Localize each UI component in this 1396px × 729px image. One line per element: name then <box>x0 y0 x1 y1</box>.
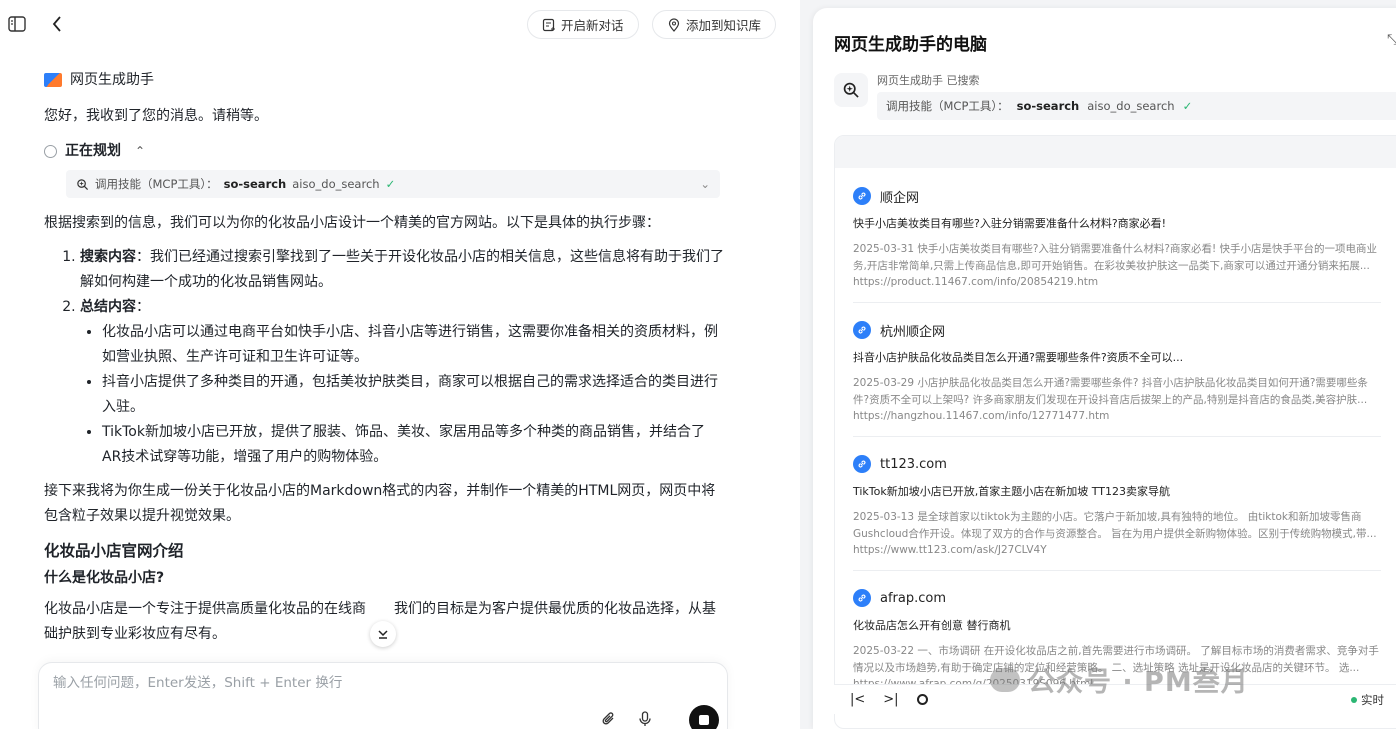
message-input[interactable] <box>53 671 613 695</box>
result-site: afrap.com <box>853 588 1381 608</box>
assistant-header: 网页生成助手 <box>44 66 724 94</box>
panel-skill-bar: 调用技能（MCP工具）： so-search aiso_do_search ✓ <box>877 92 1396 120</box>
link-icon <box>853 321 871 339</box>
result-site: 顺企网 <box>853 186 1381 206</box>
skip-forward-icon[interactable]: >| <box>883 692 898 707</box>
result-snippet: 2025-03-31 快手小店美妆类目有哪些?入驻分销需要准备什么材料?商家必看… <box>853 243 1378 272</box>
skill-function: aiso_do_search <box>292 176 380 191</box>
section-heading: 化妆品小店官网介绍 <box>44 542 184 560</box>
skill-name: so-search <box>223 176 287 191</box>
result-title: 抖音小店护肤品化妆品类目怎么开通?需要哪些条件?资质不全可以... <box>853 351 1184 364</box>
stop-icon <box>699 715 709 725</box>
message-composer <box>38 662 728 729</box>
list-item: TikTok新加坡小店已开放，提供了服装、饰品、美妆、家居用品等多个种类的商品销… <box>102 420 724 470</box>
result-title: 快手小店美妆类目有哪些?入驻分销需要准备什么材料?商家必看! <box>853 217 1167 230</box>
scroll-to-bottom-button[interactable] <box>370 621 396 647</box>
live-indicator: 实时 <box>1351 692 1384 708</box>
result-url: https://product.11467.com/info/20854219.… <box>853 276 1099 288</box>
greeting-text: 您好，我收到了您的消息。请稍等。 <box>44 108 268 124</box>
location-pin-icon <box>668 17 680 32</box>
result-site-name: 杭州顺企网 <box>880 324 946 340</box>
result-site-name: afrap.com <box>880 590 947 606</box>
assistant-name: 网页生成助手 <box>70 71 154 88</box>
step-text: ： <box>136 299 150 315</box>
live-label: 实时 <box>1361 693 1384 707</box>
add-kb-label: 添加到知识库 <box>686 18 762 33</box>
next-step-text: 接下来我将为你生成一份关于化妆品小店的Markdown格式的内容，并制作一个精美… <box>44 483 716 524</box>
link-icon <box>853 187 871 205</box>
live-dot-icon <box>1351 697 1357 703</box>
result-site-name: 顺企网 <box>880 190 920 206</box>
chevron-down-icon[interactable]: ⌄ <box>700 172 710 197</box>
step-title: 总结内容 <box>80 299 136 315</box>
link-icon <box>853 455 871 473</box>
watermark-text: 公众号 · PM叁月 <box>1028 667 1249 698</box>
skill-name: so-search <box>1016 99 1080 113</box>
subsection-heading: 什么是化妆品小店? <box>44 570 165 586</box>
browser-toolbar <box>835 136 1396 168</box>
search-results-view: 顺企网 快手小店美妆类目有哪些?入驻分销需要准备什么材料?商家必看! 2025-… <box>834 135 1396 729</box>
step-title: 搜索内容 <box>80 249 136 265</box>
status-circle-icon <box>44 145 57 158</box>
result-url: https://www.tt123.com/ask/J27CLV4Y <box>853 544 1047 556</box>
panel-title: 网页生成助手的电脑 <box>834 35 987 55</box>
sidebar-toggle-icon[interactable] <box>6 13 28 35</box>
planning-label: 正在规划 <box>65 143 121 159</box>
search-sparkle-icon <box>77 178 89 190</box>
skill-prefix: 调用技能（MCP工具）： <box>886 99 1009 113</box>
search-result[interactable]: 杭州顺企网 抖音小店护肤品化妆品类目怎么开通?需要哪些条件?资质不全可以... … <box>853 320 1381 437</box>
list-item: 抖音小店提供了多种类目的开通，包括美妆护肤类目，商家可以根据自己的需求选择适合的… <box>102 370 724 420</box>
search-tool-icon <box>834 73 868 107</box>
timeline-handle-icon[interactable] <box>916 694 928 705</box>
check-icon: ✓ <box>1182 99 1193 113</box>
skip-back-icon[interactable]: |< <box>850 692 865 707</box>
wechat-logo-icon <box>990 667 1020 692</box>
add-to-knowledge-base-button[interactable]: 添加到知识库 <box>652 10 777 39</box>
result-site: tt123.com <box>853 454 1381 474</box>
new-chat-label: 开启新对话 <box>561 18 624 33</box>
result-site: 杭州顺企网 <box>853 320 1381 340</box>
new-chat-button[interactable]: 开启新对话 <box>527 10 639 39</box>
result-snippet: 2025-03-29 小店护肤品化妆品类目怎么开通?需要哪些条件? 抖音小店护肤… <box>853 377 1368 406</box>
assistant-logo-icon <box>44 73 62 87</box>
results-list: 顺企网 快手小店美妆类目有哪些?入驻分销需要准备什么材料?商家必看! 2025-… <box>835 168 1396 704</box>
computer-panel: 网页生成助手的电脑 ⤡ 网页生成助手 已搜索 调用技能（MCP工具）： so-s… <box>813 8 1396 729</box>
chat-pane: 开启新对话 添加到知识库 网页生成助手 您好，我收到了您的消息。请稍等。 正在规… <box>0 0 800 729</box>
list-item: 总结内容： 化妆品小店可以通过电商平台如快手小店、抖音小店等进行销售，这需要你准… <box>80 295 724 470</box>
chat-messages: 网页生成助手 您好，我收到了您的消息。请稍等。 正在规划 ⌃ 调用技能（MCP工… <box>44 66 724 647</box>
result-snippet: 2025-03-13 是全球首家以tiktok为主题的小店。它落户于新加坡,具有… <box>853 511 1377 540</box>
result-url: https://hangzhou.11467.com/info/12771477… <box>853 410 1110 422</box>
result-site-name: tt123.com <box>880 456 947 472</box>
skill-function: aiso_do_search <box>1087 99 1175 113</box>
search-result[interactable]: 顺企网 快手小店美妆类目有哪些?入驻分销需要准备什么材料?商家必看! 2025-… <box>853 186 1381 303</box>
result-title: 化妆品店怎么开有创意 替行商机 <box>853 619 1011 632</box>
summary-bullets: 化妆品小店可以通过电商平台如快手小店、抖音小店等进行销售，这需要你准备相关的资质… <box>80 320 724 470</box>
step-text: ：我们已经通过搜索引擎找到了一些关于开设化妆品小店的相关信息，这些信息将有助于我… <box>80 249 724 290</box>
new-chat-icon <box>542 18 555 31</box>
result-title: TikTok新加坡小店已开放,首家主题小店在新加坡 TT123卖家导航 <box>853 485 1170 498</box>
search-result[interactable]: tt123.com TikTok新加坡小店已开放,首家主题小店在新加坡 TT12… <box>853 454 1381 571</box>
link-icon <box>853 589 871 607</box>
list-item: 化妆品小店可以通过电商平台如快手小店、抖音小店等进行销售，这需要你准备相关的资质… <box>102 320 724 370</box>
stop-generation-button[interactable] <box>689 705 719 729</box>
back-arrow-icon[interactable] <box>46 13 68 35</box>
collapse-icon[interactable]: ⤡ <box>1387 32 1396 48</box>
intro-text: 根据搜索到的信息，我们可以为你的化妆品小店设计一个精美的官方网站。以下是具体的执… <box>44 215 660 231</box>
watermark: 公众号 · PM叁月 <box>990 660 1249 699</box>
steps-list: 搜索内容：我们已经通过搜索引擎找到了一些关于开设化妆品小店的相关信息，这些信息将… <box>44 245 724 470</box>
paperclip-icon[interactable] <box>599 709 619 729</box>
list-item: 搜索内容：我们已经通过搜索引擎找到了一些关于开设化妆品小店的相关信息，这些信息将… <box>80 245 724 295</box>
top-bar: 开启新对话 添加到知识库 <box>0 0 800 48</box>
microphone-icon[interactable] <box>635 709 655 729</box>
panel-status: 网页生成助手 已搜索 <box>877 74 980 87</box>
skill-prefix: 调用技能（MCP工具）： <box>95 176 218 191</box>
arrow-down-icon <box>378 630 388 639</box>
skill-call-bar[interactable]: 调用技能（MCP工具）： so-search aiso_do_search ✓ … <box>66 170 720 198</box>
chevron-up-icon: ⌃ <box>135 144 146 158</box>
planning-toggle[interactable]: 正在规划 ⌃ <box>44 139 724 164</box>
check-icon: ✓ <box>385 176 396 191</box>
